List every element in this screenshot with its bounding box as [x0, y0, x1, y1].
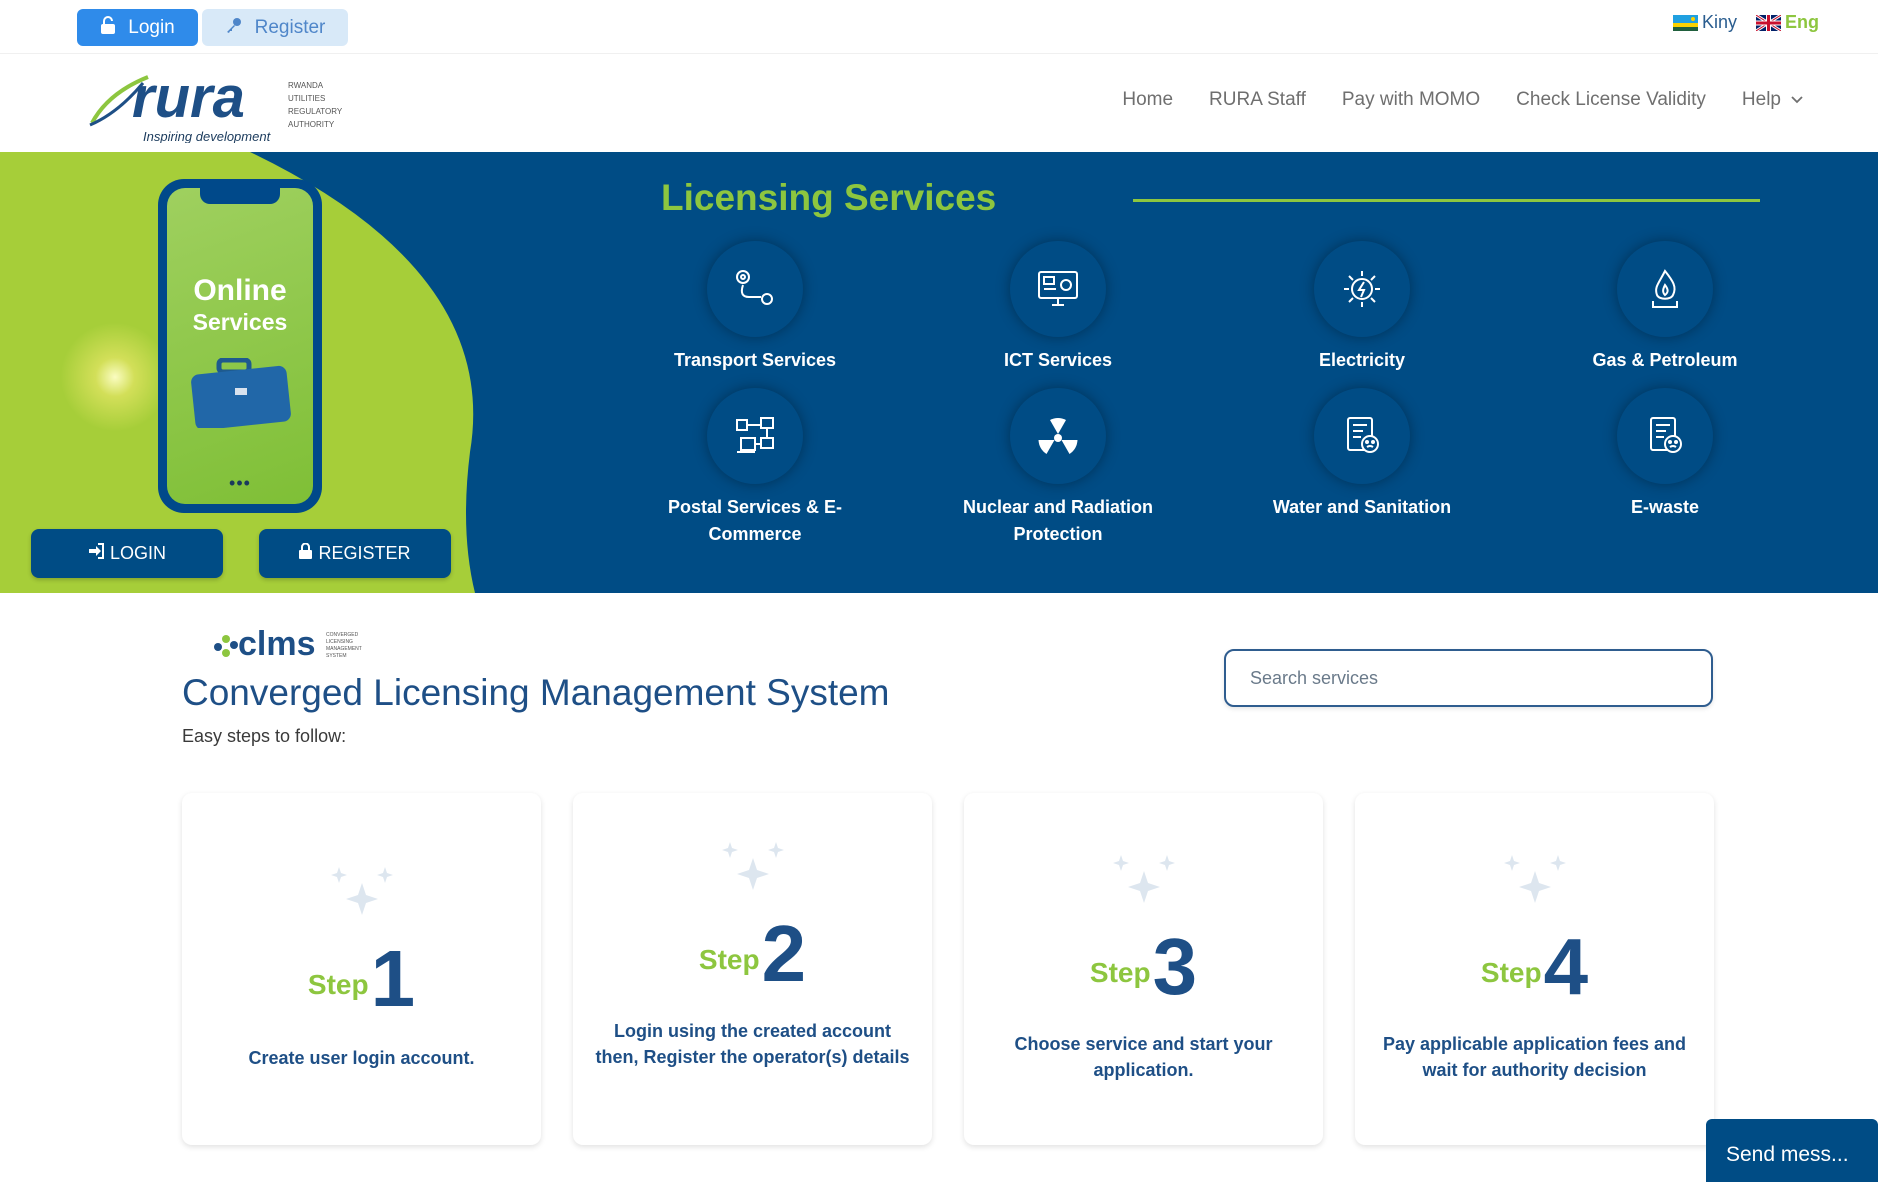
nav-help[interactable]: Help — [1742, 89, 1803, 111]
service-label: Transport Services — [673, 350, 837, 370]
postal-icon — [707, 388, 803, 484]
service-label: Gas & Petroleum — [1592, 350, 1738, 370]
service-label: Postal Services & E-Commerce — [667, 497, 843, 544]
rwanda-flag-icon — [1673, 14, 1698, 31]
nav-pay-momo[interactable]: Pay with MOMO — [1342, 89, 1480, 111]
step-description: Create user login account. — [248, 1048, 475, 1068]
sparkle-icon — [1503, 855, 1566, 903]
clms-logo-small2: LICENSING — [326, 639, 353, 645]
step-card-4: Step 4 Pay applicable application fees a… — [1355, 793, 1714, 1145]
search-services-input[interactable] — [1224, 649, 1713, 707]
sparkle-icon — [1112, 855, 1175, 903]
phone-dots: ••• — [229, 473, 251, 493]
service-label: E-waste — [1630, 497, 1700, 517]
phone-illustration: Online Services ••• — [158, 179, 322, 513]
step-word: Step — [1089, 957, 1151, 988]
step-card-1: Step 1 Create user login account. — [182, 793, 541, 1145]
logo-brand: rura — [132, 65, 245, 130]
sign-in-icon — [88, 543, 104, 564]
logo-line2: UTILITIES — [288, 94, 325, 103]
service-electricity[interactable]: Electricity — [1232, 241, 1492, 374]
logo-line3: REGULATORY — [288, 107, 343, 116]
clms-logo-text: clms — [238, 625, 316, 661]
logo-line1: RWANDA — [288, 81, 324, 90]
main-navbar: rura Inspiring development RWANDA UTILIT… — [0, 55, 1878, 152]
gas-flame-icon — [1617, 241, 1713, 337]
chevron-down-icon — [1791, 96, 1803, 104]
hero-login-label: LOGIN — [109, 543, 166, 563]
nav-links: Home RURA Staff Pay with MOMO Check Lice… — [1122, 89, 1803, 111]
sparkle-icon — [721, 842, 784, 890]
step-description: Choose service and start your applicatio… — [1014, 1034, 1273, 1080]
briefcase-icon — [191, 357, 291, 433]
step-number: 3 — [1152, 922, 1198, 1011]
step-word: Step — [698, 944, 760, 975]
logo-line4: AUTHORITY — [288, 120, 335, 129]
service-label: Electricity — [1318, 350, 1406, 370]
sparkle-icon — [330, 867, 393, 915]
language-kinyarwanda[interactable]: Kiny — [1673, 12, 1737, 33]
language-kiny-label: Kiny — [1702, 12, 1738, 32]
hero-banner: Online Services ••• LOGIN REGISTER Licen… — [0, 152, 1878, 593]
service-e-waste[interactable]: E-waste — [1535, 388, 1795, 521]
clms-logo: clms CONVERGED LICENSING MANAGEMENT SYST… — [212, 625, 362, 666]
unlock-icon — [100, 15, 116, 40]
hero-light-glow — [60, 322, 170, 432]
step-card-2: Step 2 Login using the created account t… — [573, 793, 932, 1145]
lock-icon — [299, 542, 313, 564]
step-number: 4 — [1543, 922, 1589, 1011]
step-number: 1 — [370, 934, 416, 1023]
hero-register-button[interactable]: REGISTER — [259, 529, 451, 578]
document-face-icon — [1617, 388, 1713, 484]
radiation-icon — [1010, 388, 1106, 484]
language-eng-label: Eng — [1785, 12, 1819, 32]
service-label: Nuclear and Radiation Protection — [962, 497, 1154, 544]
top-register-button[interactable]: Register — [202, 9, 348, 46]
step-number: 2 — [761, 909, 807, 998]
nav-check-license[interactable]: Check License Validity — [1516, 89, 1706, 111]
step-description: Login using the created account then, Re… — [595, 1021, 910, 1067]
key-icon — [225, 16, 243, 40]
step-word: Step — [1480, 957, 1542, 988]
chat-label: Send mess... — [1726, 1143, 1849, 1166]
step-word: Step — [307, 969, 369, 1000]
clms-logo-small1: CONVERGED — [326, 632, 359, 638]
service-label: Water and Sanitation — [1272, 497, 1452, 517]
top-login-button[interactable]: Login — [77, 9, 198, 46]
hero-login-button[interactable]: LOGIN — [31, 529, 223, 578]
logo-tagline: Inspiring development — [143, 129, 272, 143]
top-bar: Login Register Kiny Eng — [0, 0, 1878, 54]
top-register-label: Register — [254, 16, 326, 38]
clms-title: Converged Licensing Management System — [182, 672, 890, 713]
clms-logo-small3: MANAGEMENT — [326, 646, 362, 652]
hero-register-label: REGISTER — [318, 543, 411, 563]
top-login-label: Login — [128, 16, 175, 38]
language-english[interactable]: Eng — [1755, 12, 1819, 33]
service-nuclear-radiation[interactable]: Nuclear and Radiation Protection — [928, 388, 1188, 548]
step-card-3: Step 3 Choose service and start your app… — [964, 793, 1323, 1145]
route-icon — [707, 241, 803, 337]
phone-title-line2: Services — [192, 309, 288, 335]
service-label: ICT Services — [1003, 350, 1113, 370]
phone-title-line1: Online — [193, 274, 287, 307]
chat-widget-button[interactable]: Send mess... — [1706, 1119, 1878, 1182]
nav-home[interactable]: Home — [1122, 89, 1173, 111]
service-ict[interactable]: ICT Services — [928, 241, 1188, 374]
document-face-icon — [1314, 388, 1410, 484]
service-postal-ecommerce[interactable]: Postal Services & E-Commerce — [625, 388, 885, 548]
step-description: Pay applicable application fees and wait… — [1382, 1034, 1687, 1080]
title-divider — [1133, 199, 1760, 202]
licensing-services-title: Licensing Services — [661, 177, 997, 218]
service-transport[interactable]: Transport Services — [625, 241, 885, 374]
nav-rura-staff[interactable]: RURA Staff — [1209, 89, 1306, 111]
service-gas-petroleum[interactable]: Gas & Petroleum — [1535, 241, 1795, 374]
service-water-sanitation[interactable]: Water and Sanitation — [1232, 388, 1492, 521]
clms-logo-small4: SYSTEM — [326, 653, 347, 659]
clms-subtitle: Easy steps to follow: — [182, 726, 347, 746]
electricity-icon — [1314, 241, 1410, 337]
computer-icon — [1010, 241, 1106, 337]
uk-flag-icon — [1755, 13, 1782, 32]
rura-logo[interactable]: rura Inspiring development RWANDA UTILIT… — [88, 63, 358, 144]
nav-help-label: Help — [1741, 89, 1781, 110]
